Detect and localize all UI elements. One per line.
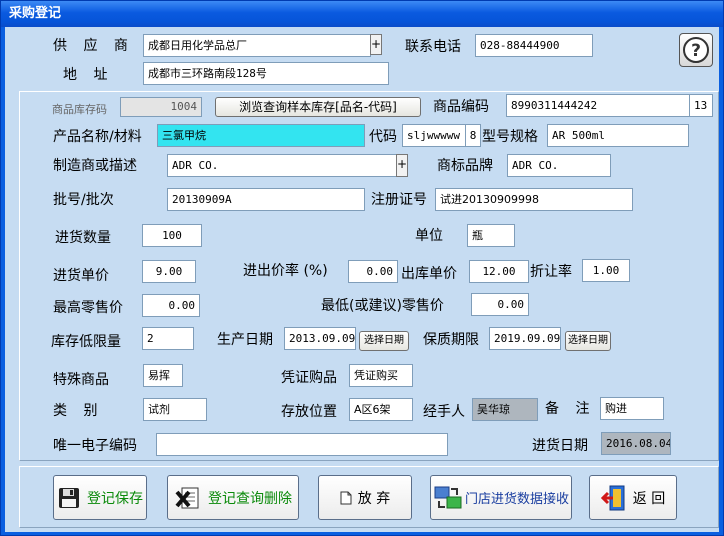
expiry-label: 保质期限 — [423, 332, 479, 348]
product-code-label: 商品编码 — [433, 99, 489, 115]
note-label: 备 注 — [545, 401, 596, 417]
price-label: 进货单价 — [53, 268, 109, 284]
store-data-receive-button-label: 门店进货数据接收 — [464, 492, 569, 507]
product-code-input[interactable]: 8990311444242 — [506, 94, 690, 117]
unit-input[interactable]: 瓶 — [467, 224, 515, 247]
production-date-picker-button[interactable]: 选择日期 — [359, 331, 409, 351]
note-input[interactable]: 购进 — [600, 397, 664, 420]
in-date-label: 进货日期 — [532, 438, 588, 454]
rate-input[interactable]: 0.00 — [348, 260, 398, 283]
production-date-input[interactable]: 2013.09.09 — [284, 327, 356, 350]
location-input[interactable]: A区6架 — [349, 398, 413, 421]
category-label: 类 别 — [53, 403, 104, 419]
short-code-label: 代码 — [369, 129, 397, 145]
abandon-button[interactable]: 放 弃 — [318, 475, 412, 520]
maker-input[interactable]: ADR CO. — [167, 154, 397, 177]
quantity-label: 进货数量 — [55, 230, 111, 246]
abandon-button-label: 放 弃 — [357, 490, 391, 507]
special-goods-label: 特殊商品 — [53, 372, 109, 388]
out-price-input[interactable]: 12.00 — [469, 260, 529, 283]
stock-min-input[interactable]: 2 — [142, 327, 194, 350]
expiry-input[interactable]: 2019.09.09 — [489, 327, 561, 350]
ecode-label: 唯一电子编码 — [53, 438, 137, 454]
expiry-date-picker-button[interactable]: 选择日期 — [565, 331, 611, 351]
back-button[interactable]: 返 回 — [589, 475, 677, 520]
registration-label: 注册证号 — [371, 192, 427, 208]
product-name-input[interactable]: 三氯甲烷 — [157, 124, 365, 147]
browse-sample-stock-button[interactable]: 浏览查询样本库存[品名-代码] — [215, 97, 421, 117]
ecode-input[interactable] — [156, 433, 448, 456]
in-date-input: 2016.08.04 — [601, 432, 671, 455]
form-client-area: 供 应 商 成都日用化学品总厂 + 联系电话 028-88444900 ? 地 … — [5, 27, 719, 532]
location-label: 存放位置 — [281, 404, 337, 420]
save-button-label: 登记保存 — [87, 490, 143, 507]
phone-input[interactable]: 028-88444900 — [475, 34, 593, 57]
save-button[interactable]: 登记保存 — [53, 475, 147, 520]
price-input[interactable]: 9.00 — [142, 260, 196, 283]
help-icon: ? — [683, 37, 709, 63]
min-retail-input[interactable]: 0.00 — [471, 293, 529, 316]
help-button[interactable]: ? — [679, 33, 713, 67]
model-label: 型号规格 — [482, 129, 538, 145]
stock-min-label: 库存低限量 — [51, 334, 121, 350]
discount-label: 折让率 — [530, 264, 572, 280]
phone-label: 联系电话 — [405, 39, 461, 55]
production-date-label: 生产日期 — [217, 332, 273, 348]
model-input[interactable]: AR 500ml — [547, 124, 689, 147]
exit-door-icon — [600, 485, 625, 510]
handler-input[interactable]: 吴华琼 — [472, 398, 538, 421]
network-transfer-icon — [434, 486, 462, 508]
product-code-length: 13 — [689, 94, 713, 117]
query-delete-button-label: 登记查询删除 — [208, 490, 292, 507]
maker-label: 制造商或描述 — [53, 158, 137, 174]
discount-input[interactable]: 1.00 — [582, 259, 630, 282]
brand-input[interactable]: ADR CO. — [507, 154, 611, 177]
supplier-add-button[interactable]: + — [370, 34, 382, 55]
address-input[interactable]: 成都市三环路南段128号 — [143, 62, 389, 85]
batch-input[interactable]: 20130909A — [167, 188, 365, 211]
back-button-label: 返 回 — [632, 490, 666, 507]
blank-page-icon — [340, 491, 352, 504]
floppy-disk-icon — [59, 487, 79, 508]
delete-record-icon — [175, 487, 199, 508]
unit-label: 单位 — [415, 228, 443, 244]
window-title: 采购登记 — [1, 1, 723, 27]
special-goods-input[interactable]: 易挥 — [143, 364, 183, 387]
product-name-label: 产品名称/材料 — [53, 129, 142, 145]
maker-add-button[interactable]: + — [396, 154, 408, 177]
out-price-label: 出库单价 — [401, 266, 457, 282]
quantity-input[interactable]: 100 — [142, 224, 202, 247]
store-data-receive-button[interactable]: 门店进货数据接收 — [430, 475, 572, 520]
max-retail-input[interactable]: 0.00 — [142, 294, 200, 317]
brand-label: 商标品牌 — [437, 158, 493, 174]
max-retail-label: 最高零售价 — [53, 300, 123, 316]
batch-label: 批号/批次 — [53, 192, 114, 208]
short-code-length: 8 — [465, 124, 481, 147]
stock-code-label: 商品库存码 — [52, 103, 107, 116]
query-delete-button[interactable]: 登记查询删除 — [167, 475, 299, 520]
address-label: 地 址 — [63, 67, 114, 83]
supplier-input[interactable]: 成都日用化学品总厂 — [143, 34, 371, 57]
short-code-input[interactable]: sljwwwww — [402, 124, 466, 147]
svg-text:?: ? — [691, 41, 701, 61]
handler-label: 经手人 — [423, 404, 465, 420]
supplier-label: 供 应 商 — [53, 38, 134, 54]
window: 采购登记 供 应 商 成都日用化学品总厂 + 联系电话 028-88444900… — [0, 0, 724, 536]
rate-label: 进出价率 (%) — [243, 263, 328, 279]
registration-input[interactable]: 试进20130909998 — [435, 188, 633, 211]
voucher-input[interactable]: 凭证购买 — [349, 364, 413, 387]
stock-code-input: 1004 — [120, 97, 202, 117]
voucher-label: 凭证购品 — [281, 370, 337, 386]
min-retail-label: 最低(或建议)零售价 — [321, 298, 444, 314]
category-input[interactable]: 试剂 — [143, 398, 207, 421]
